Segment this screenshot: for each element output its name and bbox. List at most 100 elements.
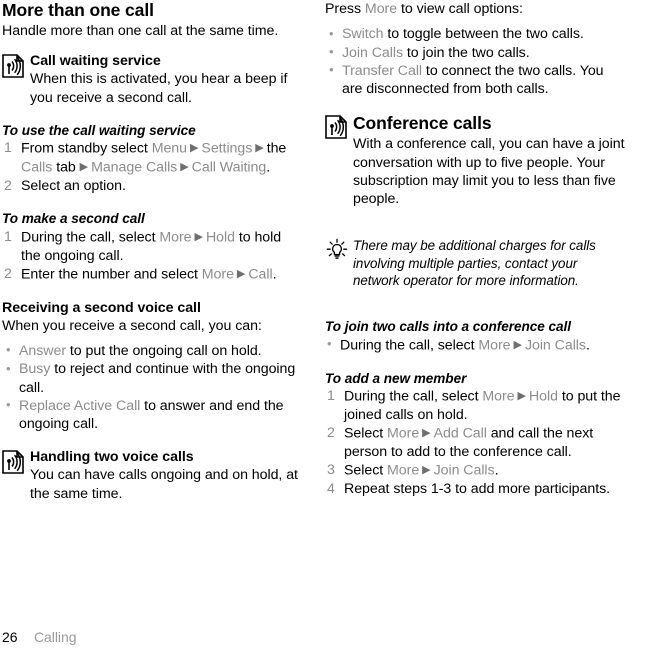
ui-reference: Call Waiting <box>191 159 267 176</box>
receiving-second-heading: Receiving a second voice call <box>2 299 201 316</box>
step-arrow-icon: ▶ <box>177 161 192 174</box>
ui-reference: Join Calls <box>342 44 404 61</box>
section-call-waiting-service: Call waiting service When this is activa… <box>2 52 302 107</box>
plain-text: to toggle between the two calls. <box>383 26 584 43</box>
step-arrow-icon: ▶ <box>233 267 249 280</box>
right-column: Press More to view call options: Switch … <box>325 0 625 499</box>
ui-reference: More <box>201 266 234 283</box>
bullet-item: Switch to toggle between the two calls. <box>325 25 625 44</box>
plain-text: During the call, select <box>340 337 479 354</box>
receiving-second-body: When you receive a second call, you can: <box>2 317 262 334</box>
lightbulb-tip-icon <box>325 238 349 262</box>
ui-reference: More <box>387 462 420 479</box>
ui-reference: Call <box>248 266 273 283</box>
plain-text: . <box>585 337 590 354</box>
numbered-step: Select More ▶ Join Calls. <box>325 461 625 480</box>
ui-reference: Join Calls <box>433 462 495 479</box>
numbered-step: During the call, select More ▶ Hold to p… <box>325 387 625 424</box>
plain-text: to view call options: <box>397 1 523 17</box>
tip-text: There may be additional charges for call… <box>353 238 596 289</box>
numbered-step: During the call, select More ▶ Hold to h… <box>2 228 302 265</box>
receiving-second-bullets: Answer to put the ongoing call on hold.B… <box>2 341 302 434</box>
left-column: More than one call Handle more than one … <box>2 0 302 503</box>
radio-waves-document-icon <box>2 54 24 79</box>
bullet-item: Transfer Call to connect the two calls. … <box>325 61 625 99</box>
ui-reference: Answer <box>19 342 67 359</box>
ui-reference: Transfer Call <box>342 62 423 79</box>
ui-reference: Busy <box>19 361 51 378</box>
numbered-step: From standby select Menu ▶ Settings ▶ th… <box>2 139 302 177</box>
plain-text: the <box>266 140 287 157</box>
ui-reference: Replace Active Call <box>19 397 141 414</box>
ui-reference: Switch <box>342 26 384 43</box>
numbered-step: Select an option. <box>2 177 302 196</box>
ui-reference: Join Calls <box>524 337 586 354</box>
conference-calls-heading: Conference calls <box>353 113 492 134</box>
ui-reference: Add Call <box>433 425 487 442</box>
proc-add-member-heading: To add a new member <box>325 370 467 386</box>
proc-join-two-heading: To join two calls into a conference call <box>325 319 572 335</box>
ui-reference: More <box>387 425 420 442</box>
ui-reference: Settings <box>201 140 253 157</box>
tip-note: There may be additional charges for call… <box>325 237 625 290</box>
proc-use-call-waiting-heading: To use the call waiting service <box>2 122 196 138</box>
numbered-step: Enter the number and select More ▶ Call. <box>2 265 302 284</box>
proc-make-second-call-heading: To make a second call <box>2 211 145 227</box>
plain-text: Enter the number and select <box>21 266 202 283</box>
proc-join-two-bullets: During the call, select More ▶ Join Call… <box>325 335 625 355</box>
ui-reference: More <box>478 337 511 354</box>
step-arrow-icon: ▶ <box>79 161 92 174</box>
footer-section-name: Calling <box>34 629 77 645</box>
step-arrow-icon: ▶ <box>191 230 206 243</box>
step-arrow-icon: ▶ <box>419 464 434 477</box>
bullet-item: During the call, select More ▶ Join Call… <box>325 335 625 355</box>
plain-text: Select <box>344 425 388 442</box>
plain-text: tab <box>52 159 80 176</box>
plain-text: . <box>272 266 277 283</box>
numbered-step: Select More ▶ Add Call and call the next… <box>325 424 625 461</box>
ui-reference: More <box>482 388 515 405</box>
step-arrow-icon: ▶ <box>419 427 434 440</box>
proc-use-call-waiting-steps: From standby select Menu ▶ Settings ▶ th… <box>2 139 302 195</box>
numbered-step: Repeat steps 1-3 to add more participant… <box>325 480 625 499</box>
call-waiting-heading: Call waiting service <box>30 53 161 70</box>
proc-make-second-call-steps: During the call, select More ▶ Hold to h… <box>2 228 302 284</box>
page-footer: 26 Calling <box>2 629 77 645</box>
step-arrow-icon: ▶ <box>186 142 202 155</box>
conference-calls-body: With a conference call, you can have a j… <box>353 136 625 208</box>
plain-text: Press <box>325 1 365 17</box>
section-conference-calls: Conference calls With a conference call,… <box>325 113 625 208</box>
page-number: 26 <box>2 629 18 645</box>
plain-text: During the call, select <box>344 388 483 405</box>
bullet-item: Join Calls to join the two calls. <box>325 43 625 62</box>
proc-add-member-steps: During the call, select More ▶ Hold to p… <box>325 387 625 499</box>
handling-two-heading: Handling two voice calls <box>30 449 194 466</box>
ui-reference: Hold <box>205 229 235 246</box>
manual-page: More than one call Handle more than one … <box>0 0 646 653</box>
plain-text: During the call, select <box>21 229 160 246</box>
page-title: More than one call <box>2 0 154 20</box>
press-more-line: Press More to view call options: <box>325 0 625 18</box>
plain-text: Repeat steps 1-3 to add more participant… <box>344 481 611 498</box>
ui-reference: More <box>159 229 192 246</box>
radio-waves-document-icon <box>2 450 24 475</box>
radio-waves-document-icon <box>325 115 347 140</box>
step-arrow-icon: ▶ <box>514 390 529 403</box>
ui-reference: Menu <box>151 140 187 157</box>
bullet-item: Replace Active Call to answer and end th… <box>2 396 302 434</box>
ui-reference: Hold <box>528 388 558 405</box>
plain-text: Select an option. <box>21 177 126 194</box>
plain-text: to join the two calls. <box>403 44 530 61</box>
plain-text: . <box>266 159 271 176</box>
plain-text: to put the ongoing call on hold. <box>66 342 262 359</box>
step-arrow-icon: ▶ <box>252 142 267 155</box>
step-arrow-icon: ▶ <box>510 338 525 351</box>
more-options-bullets: Switch to toggle between the two calls.J… <box>325 25 625 98</box>
call-waiting-body: When this is activated, you hear a beep … <box>30 71 288 106</box>
ui-reference: Calls <box>21 159 53 176</box>
plain-text: to reject and continue with the ongoing … <box>19 361 296 396</box>
bullet-item: Answer to put the ongoing call on hold. <box>2 341 302 360</box>
ui-reference: Manage Calls <box>91 159 178 176</box>
intro-paragraph: Handle more than one call at the same ti… <box>2 23 279 39</box>
section-handling-two-voice-calls: Handling two voice calls You can have ca… <box>2 448 302 503</box>
